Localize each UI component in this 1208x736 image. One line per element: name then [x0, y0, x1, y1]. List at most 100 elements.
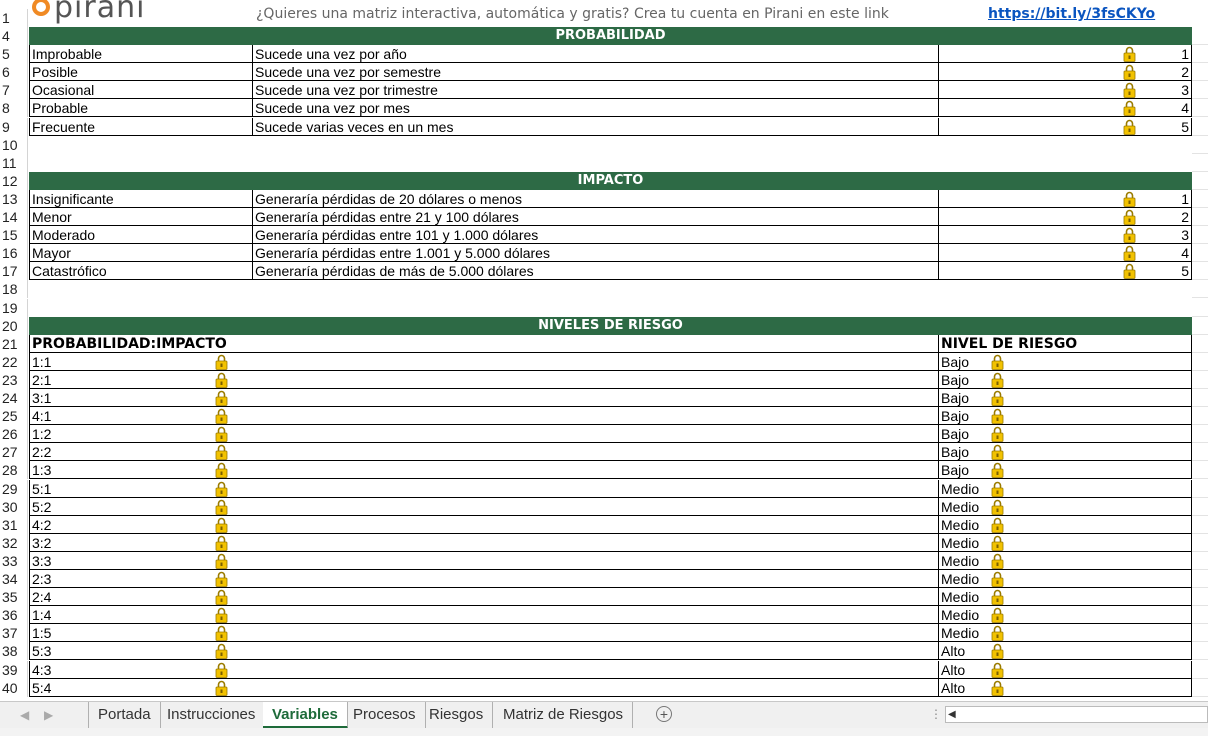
impact-desc-cell[interactable]: Generaría pérdidas de 20 dólares o menos — [252, 189, 938, 208]
probability-value-cell[interactable]: 4 — [938, 99, 1192, 118]
row-header[interactable]: 7 — [0, 81, 28, 100]
tab-scroll-left-icon[interactable]: ◀ — [20, 708, 29, 722]
tab-matriz-de-riesgos[interactable]: Matriz de Riesgos — [494, 702, 634, 729]
risk-level-cell[interactable]: Bajo — [938, 461, 1192, 480]
row-header[interactable]: 10 — [0, 135, 28, 154]
probability-value-cell[interactable]: 3 — [938, 81, 1192, 100]
tab-instrucciones[interactable]: Instrucciones — [158, 702, 266, 729]
splitter-dots-icon[interactable]: ⋮ — [930, 707, 942, 721]
risk-combination-cell[interactable]: 5:4 — [29, 678, 938, 697]
row-header[interactable]: 12 — [0, 171, 28, 190]
risk-level-cell[interactable]: Medio — [938, 551, 1192, 570]
risk-combination-cell[interactable]: 5:1 — [29, 479, 938, 498]
probability-desc-cell[interactable]: Sucede varias veces en un mes — [252, 117, 938, 136]
row-header[interactable]: 29 — [0, 479, 28, 498]
probability-name-cell[interactable]: Posible — [29, 63, 252, 82]
risk-combination-cell[interactable]: 5:2 — [29, 497, 938, 516]
row-header[interactable]: 19 — [0, 298, 28, 317]
row-header[interactable]: 24 — [0, 389, 28, 407]
risk-combination-cell[interactable]: 3:3 — [29, 551, 938, 570]
row-header[interactable]: 33 — [0, 551, 28, 570]
risk-level-cell[interactable]: Bajo — [938, 389, 1192, 407]
row-header[interactable]: 26 — [0, 425, 28, 444]
risk-combination-cell[interactable]: 2:1 — [29, 370, 938, 389]
tab-riesgos[interactable]: Riesgos — [420, 702, 494, 729]
add-sheet-button[interactable]: + — [656, 706, 672, 722]
probability-desc-cell[interactable]: Sucede una vez por semestre — [252, 63, 938, 82]
row-header[interactable]: 34 — [0, 570, 28, 588]
row-header[interactable]: 17 — [0, 262, 28, 281]
tab-portada[interactable]: Portada — [88, 702, 161, 729]
impact-value-cell[interactable]: 4 — [938, 244, 1192, 263]
row-header[interactable]: 25 — [0, 407, 28, 426]
probability-desc-cell[interactable]: Sucede una vez por mes — [252, 99, 938, 118]
risk-level-cell[interactable]: Alto — [938, 642, 1192, 661]
row-header[interactable]: 5 — [0, 45, 28, 64]
probability-name-cell[interactable]: Ocasional — [29, 81, 252, 100]
risk-combination-cell[interactable]: 2:4 — [29, 588, 938, 607]
section-header[interactable]: IMPACTO — [29, 171, 1192, 190]
row-header[interactable]: 9 — [0, 117, 28, 136]
tab-variables[interactable]: Variables — [263, 702, 348, 729]
risk-combination-cell[interactable]: 3:2 — [29, 533, 938, 552]
scroll-left-arrow-icon[interactable]: ◀ — [948, 707, 956, 722]
row-header[interactable]: 38 — [0, 642, 28, 661]
row-header[interactable]: 1 — [0, 9, 28, 27]
impact-name-cell[interactable]: Mayor — [29, 244, 252, 263]
risk-combination-cell[interactable]: 4:3 — [29, 660, 938, 679]
row-header[interactable]: 39 — [0, 660, 28, 679]
row-header[interactable]: 16 — [0, 244, 28, 263]
probability-value-cell[interactable]: 2 — [938, 63, 1192, 82]
col-header-nivel-riesgo[interactable]: NIVEL DE RIESGO — [938, 334, 1192, 353]
row-header[interactable]: 18 — [0, 280, 28, 299]
impact-name-cell[interactable]: Moderado — [29, 226, 252, 245]
tab-procesos[interactable]: Procesos — [344, 702, 426, 729]
risk-combination-cell[interactable]: 4:1 — [29, 407, 938, 426]
risk-level-cell[interactable]: Medio — [938, 497, 1192, 516]
risk-combination-cell[interactable]: 3:1 — [29, 389, 938, 407]
probability-value-cell[interactable]: 5 — [938, 117, 1192, 136]
risk-combination-cell[interactable]: 5:3 — [29, 642, 938, 661]
risk-combination-cell[interactable]: 1:2 — [29, 425, 938, 444]
impact-value-cell[interactable]: 5 — [938, 262, 1192, 281]
risk-level-cell[interactable]: Medio — [938, 479, 1192, 498]
row-header[interactable]: 36 — [0, 606, 28, 625]
risk-level-cell[interactable]: Medio — [938, 624, 1192, 643]
row-header[interactable]: 14 — [0, 208, 28, 226]
row-header[interactable]: 22 — [0, 352, 28, 371]
impact-value-cell[interactable]: 2 — [938, 208, 1192, 226]
risk-level-cell[interactable]: Medio — [938, 515, 1192, 534]
impact-desc-cell[interactable]: Generaría pérdidas de más de 5.000 dólar… — [252, 262, 938, 281]
risk-combination-cell[interactable]: 2:2 — [29, 443, 938, 462]
horizontal-scrollbar[interactable]: ◀ — [945, 706, 1208, 723]
impact-value-cell[interactable]: 1 — [938, 189, 1192, 208]
col-header-probabilidad-impacto[interactable]: PROBABILIDAD:IMPACTO — [29, 334, 938, 353]
section-header[interactable]: PROBABILIDAD — [29, 27, 1192, 45]
row-header[interactable]: 21 — [0, 334, 28, 353]
risk-combination-cell[interactable]: 1:4 — [29, 606, 938, 625]
row-header[interactable]: 8 — [0, 99, 28, 118]
row-header[interactable]: 6 — [0, 63, 28, 82]
risk-level-cell[interactable]: Bajo — [938, 407, 1192, 426]
risk-level-cell[interactable]: Bajo — [938, 443, 1192, 462]
probability-name-cell[interactable]: Improbable — [29, 45, 252, 64]
impact-value-cell[interactable]: 3 — [938, 226, 1192, 245]
row-header[interactable]: 13 — [0, 189, 28, 208]
risk-level-cell[interactable]: Alto — [938, 660, 1192, 679]
row-header[interactable]: 20 — [0, 316, 28, 335]
risk-level-cell[interactable]: Bajo — [938, 425, 1192, 444]
row-header[interactable]: 4 — [0, 27, 28, 45]
row-header[interactable]: 40 — [0, 678, 28, 697]
probability-desc-cell[interactable]: Sucede una vez por año — [252, 45, 938, 64]
risk-level-cell[interactable]: Medio — [938, 570, 1192, 588]
risk-combination-cell[interactable]: 4:2 — [29, 515, 938, 534]
risk-level-cell[interactable]: Medio — [938, 533, 1192, 552]
row-header[interactable]: 27 — [0, 443, 28, 462]
impact-name-cell[interactable]: Insignificante — [29, 189, 252, 208]
row-header[interactable]: 28 — [0, 461, 28, 480]
row-header[interactable]: 15 — [0, 226, 28, 245]
risk-level-cell[interactable]: Bajo — [938, 370, 1192, 389]
row-header[interactable]: 30 — [0, 497, 28, 516]
row-header[interactable]: 23 — [0, 370, 28, 389]
row-header[interactable]: 31 — [0, 515, 28, 534]
